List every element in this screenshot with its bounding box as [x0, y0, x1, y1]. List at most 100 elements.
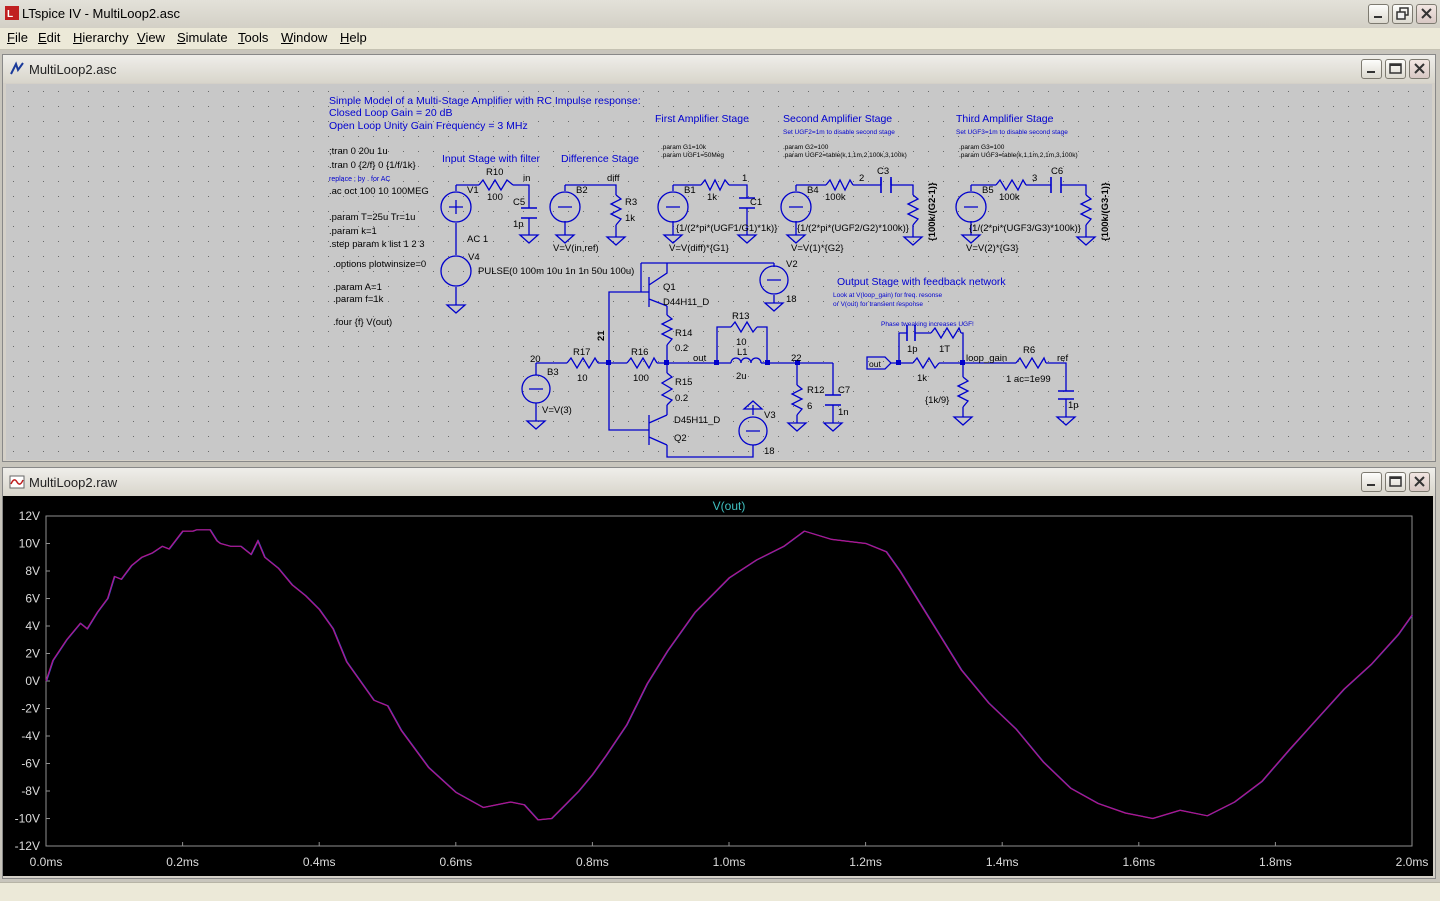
directive-3: .ac oct 100 10 100MEG [329, 186, 429, 197]
label-node-22: 22 [791, 353, 802, 364]
label-ref-net: ref [1057, 353, 1068, 364]
directive-9: .param f=1k [333, 294, 384, 305]
waveform-minimize-button[interactable] [1361, 472, 1382, 492]
label-r10-value: 100 [487, 192, 503, 203]
label-r10: R10 [486, 167, 503, 178]
directive-10: .four {f} V(out) [333, 317, 392, 328]
label-r6-value: 1 ac=1e99 [1006, 374, 1051, 385]
label-l1-value: 2u [736, 371, 747, 382]
waveform-close-button[interactable] [1409, 472, 1430, 492]
title-first-stage: First Amplifier Stage [655, 113, 749, 125]
label-b2-expr: V=V(in,ref) [553, 243, 599, 254]
menu-simulate[interactable]: Simulate [177, 30, 228, 45]
trace-label[interactable]: V(out) [713, 499, 746, 513]
menu-file[interactable]: File [7, 30, 28, 45]
y-tick-label: 2V [25, 647, 40, 661]
mdi-area: MultiLoop2.asc Simple Model of a Multi-S… [0, 50, 1440, 882]
label-node-21: 21 [596, 330, 607, 341]
label-cref-value: 1p [1068, 400, 1079, 411]
schematic-minimize-button[interactable] [1361, 59, 1382, 79]
label-b4: B4 [807, 185, 819, 196]
header-line2: Closed Loop Gain = 20 dB [329, 107, 452, 119]
label-r1-value: 1k [707, 192, 717, 203]
waveform-plot[interactable]: V(out) 12V 10V 8V 6V 4V 2V 0V -2V -4V -6V -8V -10V -… [3, 496, 1433, 876]
x-tick-label: 1.6ms [1122, 855, 1155, 869]
label-l1: L1 [737, 347, 748, 358]
restore-button[interactable] [1392, 4, 1413, 24]
waveform-maximize-button[interactable] [1385, 472, 1406, 492]
menu-window[interactable]: Window [281, 30, 327, 45]
label-b1: B1 [684, 185, 696, 196]
header-line3: Open Loop Unity Gain Frequency = 3 MHz [329, 120, 528, 132]
label-out-flag: out [869, 359, 881, 369]
menu-view[interactable]: View [137, 30, 165, 45]
x-tick-label: 2.0ms [1396, 855, 1429, 869]
title-third-stage: Third Amplifier Stage [956, 113, 1054, 125]
label-v3-value: 18 [764, 446, 775, 457]
menu-edit[interactable]: Edit [38, 30, 60, 45]
param-third-1: .param G3=100 [959, 144, 1005, 151]
restore-icon [1396, 7, 1409, 20]
y-tick-label: -12V [15, 839, 40, 853]
directive-1: ;tran 0 20u 1u [329, 146, 388, 157]
label-node-3: 3 [1032, 173, 1037, 184]
label-r17-value: 10 [577, 373, 588, 384]
replace-note: replace ; by . for AC [329, 176, 390, 183]
x-tick-label: 0.2ms [166, 855, 199, 869]
param-second-2: .param UGF2=table(k,1,1m,2,100k,3,100k) [783, 152, 907, 159]
label-c1-expr: {1/(2*pi*(UGF1/G1)*1k)} [676, 223, 777, 234]
schematic-title: MultiLoop2.asc [29, 62, 117, 77]
close-icon [1414, 476, 1425, 487]
label-q1: Q1 [663, 282, 676, 293]
label-v3: V3 [764, 410, 776, 421]
status-bar [0, 882, 1440, 901]
label-node-20: 20 [530, 354, 541, 365]
minimize-icon [1374, 16, 1382, 18]
x-tick-label: 0.4ms [303, 855, 336, 869]
minimize-button[interactable] [1368, 4, 1389, 24]
menu-help[interactable]: Help [340, 30, 367, 45]
waveform-title: MultiLoop2.raw [29, 475, 118, 490]
y-tick-label: -2V [21, 702, 40, 716]
label-c7: C7 [838, 385, 850, 396]
menu-hierarchy[interactable]: Hierarchy [73, 30, 129, 45]
y-tick-label: -8V [21, 784, 40, 798]
schematic-window: MultiLoop2.asc Simple Model of a Multi-S… [2, 54, 1436, 462]
schematic-maximize-button[interactable] [1385, 59, 1406, 79]
header-line1: Simple Model of a Multi-Stage Amplifier … [329, 95, 641, 107]
x-tick-label: 0.8ms [576, 855, 609, 869]
close-icon [1421, 8, 1432, 19]
minimize-icon [1367, 71, 1375, 73]
maximize-icon [1389, 476, 1402, 487]
label-r17: R17 [573, 347, 590, 358]
label-ac: AC 1 [467, 234, 488, 245]
x-tick-label: 1.0ms [713, 855, 746, 869]
param-third-2: .param UGF3=table(k,1,1m,2,1m,3,100k) [959, 152, 1078, 159]
note-phase: Phase tweaking increases UGF! [881, 321, 974, 328]
y-tick-label: 6V [25, 592, 40, 606]
schematic-close-button[interactable] [1409, 59, 1430, 79]
label-r4-expr: {100k/(G2-1)} [927, 182, 938, 241]
note-second: Set UGF2=1m to disable second stage [783, 129, 895, 136]
y-tick-label: -4V [21, 729, 40, 743]
close-button[interactable] [1416, 4, 1437, 24]
param-second-1: .param G2=100 [783, 144, 829, 151]
menu-tools[interactable]: Tools [238, 30, 268, 45]
label-r5-expr: {100k/(G3-1)} [1100, 182, 1111, 241]
waveform-titlebar: MultiLoop2.raw [3, 468, 1435, 496]
app-title: LTspice IV - MultiLoop2.asc [22, 6, 180, 21]
label-c3-expr: {1/(2*pi*(UGF2/G2)*100k)} [797, 223, 909, 234]
label-diff-net: diff [607, 173, 620, 184]
label-r4-value: 100k [825, 192, 846, 203]
note-third: Set UGF3=1m to disable second stage [956, 129, 1068, 136]
y-tick-label: -10V [15, 812, 40, 826]
label-b5: B5 [982, 185, 994, 196]
x-tick-label: 1.8ms [1259, 855, 1292, 869]
y-tick-label: 8V [25, 564, 40, 578]
label-r14: R14 [675, 328, 692, 339]
directive-2: .tran 0 {2/f} 0 {1/f/1k} [329, 160, 416, 171]
label-r3: R3 [625, 197, 637, 208]
schematic-canvas[interactable]: Simple Model of a Multi-Stage Amplifier … [6, 84, 1432, 460]
svg-text:L: L [7, 9, 13, 20]
directive-6: .step param k list 1 2 3 [329, 239, 425, 250]
